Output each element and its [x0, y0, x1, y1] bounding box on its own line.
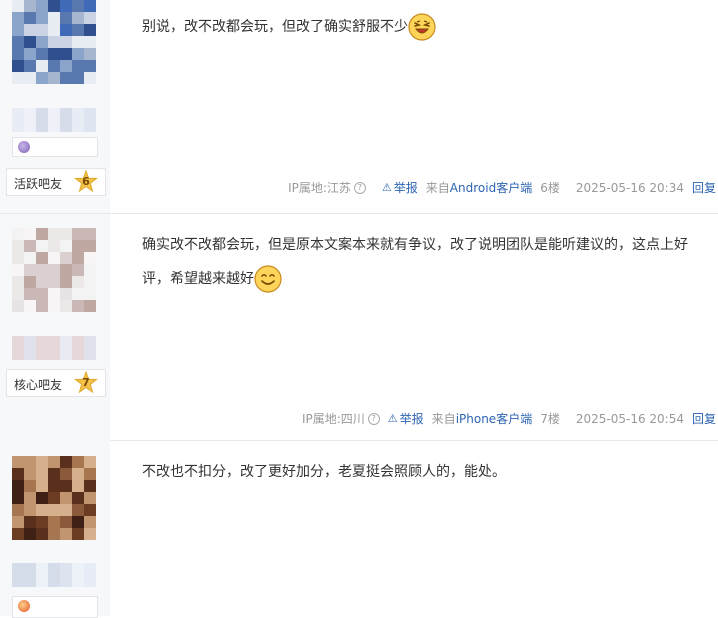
level-star-icon: 7	[74, 371, 98, 395]
client-link[interactable]: iPhone客户端	[456, 410, 533, 427]
username-blurred[interactable]	[12, 563, 96, 587]
post-floor-7: 核心吧友 7 确实改不改都会玩，但是原本文案本来就有争议，改了说明团队是能听建议…	[0, 214, 718, 440]
reply-button[interactable]: 回复	[692, 410, 716, 427]
level-number: 7	[82, 376, 90, 389]
post-time: 2025-05-16 20:34	[575, 180, 684, 195]
level-star-icon: 6	[74, 170, 98, 194]
post-time: 2025-05-16 20:54	[575, 411, 684, 426]
client-prefix: 来自	[425, 181, 450, 195]
post-text: 别说，改不改都会玩，但改了确实舒服不少	[142, 19, 408, 35]
level-name: 活跃吧友	[14, 177, 63, 191]
smiling-emoji-icon	[254, 265, 282, 293]
level-number: 6	[82, 175, 90, 188]
help-question-icon[interactable]: ?	[353, 181, 366, 194]
client-prefix: 来自	[431, 412, 456, 426]
client-link[interactable]: Android客户端	[450, 179, 532, 196]
warning-icon[interactable]: ⚠	[382, 181, 392, 194]
post-text-line2: 评，希望越来越好	[142, 271, 254, 287]
avatar[interactable]	[12, 0, 96, 84]
avatar[interactable]	[12, 228, 96, 312]
post-content: 不改也不扣分，改了更好加分，老夏挺会照顾人的，能处。	[142, 455, 702, 489]
laughing-emoji-icon	[408, 13, 436, 41]
badge-icon	[18, 141, 30, 153]
post-content: 别说，改不改都会玩，但改了确实舒服不少	[142, 10, 702, 44]
level-name: 核心吧友	[14, 378, 63, 392]
user-level-badge[interactable]: 活跃吧友 6	[6, 168, 106, 196]
floor-number: 7楼	[540, 412, 560, 426]
ip-location: IP属地:江苏	[288, 181, 351, 195]
post-text-line1: 确实改不改都会玩，但是原本文案本来就有争议，改了说明团队是能听建议的，这点上好	[142, 237, 688, 253]
ip-location: IP属地:四川	[301, 412, 365, 426]
avatar[interactable]	[12, 456, 96, 540]
post-meta: IP属地:四川 ? ⚠ 举报 来自 iPhone客户端 7楼 2025-05-16…	[302, 410, 716, 427]
member-badge	[12, 596, 98, 618]
post-meta: IP属地:江苏 ? ⚠ 举报 来自 Android客户端 6楼 2025-05-1…	[288, 179, 716, 196]
badge-icon	[18, 600, 30, 612]
post-text: 不改也不扣分，改了更好加分，老夏挺会照顾人的，能处。	[142, 464, 506, 480]
user-level-badge[interactable]: 核心吧友 7	[6, 369, 106, 397]
post-content: 确实改不改都会玩，但是原本文案本来就有争议，改了说明团队是能听建议的，这点上好 …	[142, 228, 702, 296]
post-floor-8: 不改也不扣分，改了更好加分，老夏挺会照顾人的，能处。	[0, 441, 718, 618]
warning-icon[interactable]: ⚠	[388, 412, 398, 425]
help-question-icon[interactable]: ?	[367, 412, 380, 425]
username-blurred[interactable]	[12, 336, 96, 360]
reply-button[interactable]: 回复	[692, 179, 716, 196]
post-floor-6: 活跃吧友 6 别说，改不改都会玩，但改了确实舒服不少 IP属地:江苏 ? ⚠ 举…	[0, 0, 718, 213]
member-badge	[12, 137, 98, 157]
report-link[interactable]: 举报	[400, 410, 424, 427]
username-blurred[interactable]	[12, 108, 96, 132]
floor-number: 6楼	[540, 181, 560, 195]
report-link[interactable]: 举报	[394, 179, 418, 196]
